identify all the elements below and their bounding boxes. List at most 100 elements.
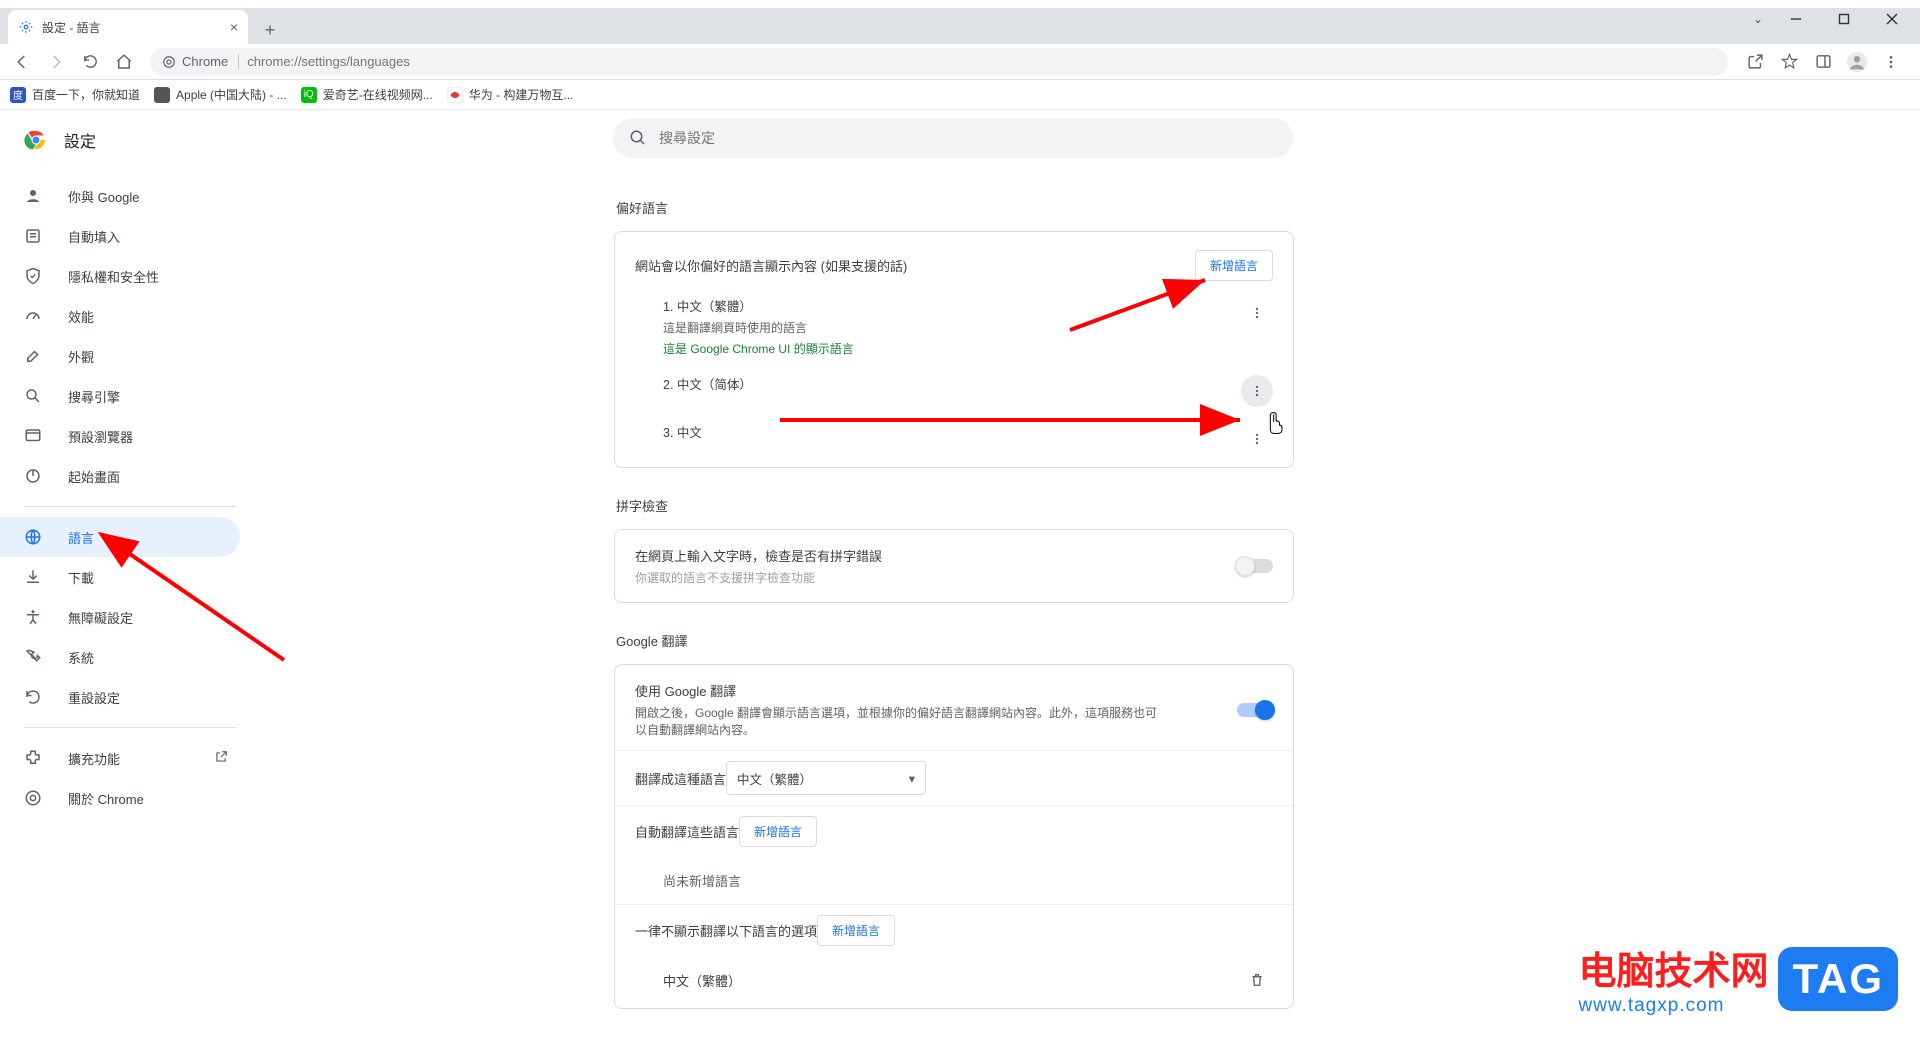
shield-icon (24, 267, 44, 285)
spellcheck-sub: 你選取的語言不支援拼字檢查功能 (635, 569, 882, 586)
sidebar-item-appearance[interactable]: 外觀 (0, 336, 240, 376)
address-bar[interactable]: Chrome chrome://settings/languages (150, 48, 1728, 76)
site-chip-label: Chrome (182, 54, 228, 69)
sidebar-item-you-and-google[interactable]: 你與 Google (0, 176, 240, 216)
forward-button[interactable] (42, 48, 70, 76)
settings-content: 偏好語言 網站會以你偏好的語言顯示內容 (如果支援的話) 新增語言 1. 中文（… (614, 186, 1294, 1037)
sidebar-item-download[interactable]: 下載 (0, 557, 240, 597)
autofill-icon (24, 227, 44, 245)
sidebar-item-privacy[interactable]: 隱私權和安全性 (0, 256, 240, 296)
sidebar-item-accessibility[interactable]: 無障礙設定 (0, 597, 240, 637)
google-translate-card: 使用 Google 翻譯 開啟之後，Google 翻譯會顯示語言選項，並根據你的… (614, 664, 1294, 1009)
bookmark-item[interactable]: 度百度一下，你就知道 (10, 86, 140, 103)
external-link-icon (214, 750, 230, 766)
favicon (154, 87, 170, 103)
search-icon (24, 387, 44, 405)
language-item: 2. 中文（简体） (615, 367, 1293, 415)
gear-icon (18, 19, 34, 35)
sidebar-item-autofill[interactable]: 自動填入 (0, 216, 240, 256)
sidebar-item-language[interactable]: 語言 (0, 517, 240, 557)
translate-into-select[interactable]: 中文（繁體） ▾ (726, 761, 926, 795)
chrome-icon (24, 789, 44, 807)
favicon: iQ (301, 87, 317, 103)
chrome-logo-icon (24, 128, 48, 152)
power-icon (24, 467, 44, 485)
side-panel-icon[interactable] (1808, 48, 1838, 76)
speed-icon (24, 307, 44, 325)
auto-translate-empty: 尚未新增語言 (663, 871, 741, 890)
add-auto-language-button[interactable]: 新增語言 (739, 816, 817, 847)
person-icon (24, 187, 44, 205)
preferred-languages-desc: 網站會以你偏好的語言顯示內容 (如果支援的話) (635, 256, 1195, 275)
delete-icon[interactable] (1249, 972, 1273, 988)
spellcheck-label: 在網頁上輸入文字時，檢查是否有拼字錯誤 (635, 546, 882, 565)
home-button[interactable] (110, 48, 138, 76)
reload-button[interactable] (76, 48, 104, 76)
sidebar-item-onstartup[interactable]: 起始畫面 (0, 456, 240, 496)
kebab-menu-icon[interactable] (1876, 48, 1906, 76)
a11y-icon (24, 608, 44, 626)
new-tab-button[interactable]: + (256, 16, 284, 44)
favicon (447, 87, 463, 103)
browser-icon (24, 427, 44, 445)
sidebar-item-default-browser[interactable]: 預設瀏覽器 (0, 416, 240, 456)
sidebar-item-search-engine[interactable]: 搜尋引擎 (0, 376, 240, 416)
spellcheck-toggle[interactable] (1237, 559, 1273, 573)
watermark-tag: TAG (1778, 947, 1898, 1011)
globe-icon (24, 528, 44, 546)
tab-title: 設定 - 語言 (42, 19, 101, 36)
tab-settings[interactable]: 設定 - 語言 × (8, 10, 248, 44)
browser-toolbar: Chrome chrome://settings/languages (0, 44, 1920, 80)
spellcheck-card: 在網頁上輸入文字時，檢查是否有拼字錯誤 你選取的語言不支援拼字檢查功能 (614, 529, 1294, 603)
url-text: chrome://settings/languages (247, 54, 410, 69)
watermark: 电脑技术网 www.tagxp.com TAG (1578, 940, 1898, 1017)
back-button[interactable] (8, 48, 36, 76)
section-title-spellcheck: 拼字檢查 (616, 496, 1294, 515)
site-chip[interactable]: Chrome (162, 54, 239, 69)
language-kebab-menu[interactable] (1241, 297, 1273, 329)
reset-icon (24, 688, 44, 706)
profile-avatar[interactable] (1842, 48, 1872, 76)
page-title: 設定 (64, 128, 96, 152)
add-never-language-button[interactable]: 新增語言 (817, 915, 895, 946)
cursor-icon (1267, 411, 1287, 435)
share-icon[interactable] (1740, 48, 1770, 76)
minimize-button[interactable] (1774, 6, 1818, 32)
never-translate-label: 一律不顯示翻譯以下語言的選項 (635, 921, 817, 940)
settings-sidebar: 你與 Google 自動填入 隱私權和安全性 效能 外觀 搜尋引擎 預設瀏覽器 … (0, 170, 256, 838)
never-translate-item: 中文（繁體） (663, 971, 741, 990)
sidebar-item-extensions[interactable]: 擴充功能 (0, 738, 240, 778)
bookmark-star-icon[interactable] (1774, 48, 1804, 76)
maximize-button[interactable] (1822, 6, 1866, 32)
translate-into-label: 翻譯成這種語言 (635, 769, 726, 788)
tab-strip: 設定 - 語言 × + (0, 8, 1920, 44)
section-title-preferred-languages: 偏好語言 (616, 198, 1294, 217)
download-icon (24, 568, 44, 586)
auto-translate-label: 自動翻譯這些語言 (635, 822, 739, 841)
brush-icon (24, 347, 44, 365)
language-item: 3. 中文 (615, 415, 1293, 463)
sidebar-item-performance[interactable]: 效能 (0, 296, 240, 336)
use-translate-toggle[interactable] (1237, 703, 1273, 717)
chevron-down-icon[interactable]: ⌄ (1746, 6, 1770, 32)
sidebar-item-about[interactable]: 關於 Chrome (0, 778, 240, 818)
bookmark-item[interactable]: 华为 - 构建万物互... (447, 86, 574, 103)
close-tab-icon[interactable]: × (230, 19, 238, 35)
sidebar-item-reset[interactable]: 重設設定 (0, 677, 240, 717)
wrench-icon (24, 648, 44, 666)
window-controls: ⌄ (1746, 6, 1914, 32)
favicon: 度 (10, 87, 26, 103)
use-translate-sub: 開啟之後，Google 翻譯會顯示語言選項，並根據你的偏好語言翻譯網站內容。此外… (635, 704, 1165, 738)
caret-down-icon: ▾ (909, 771, 915, 786)
sidebar-item-system[interactable]: 系統 (0, 637, 240, 677)
bookmark-item[interactable]: iQ爱奇艺-在线视频网... (301, 86, 433, 103)
bookmark-item[interactable]: Apple (中国大陆) - ... (154, 86, 287, 103)
add-language-button[interactable]: 新增語言 (1195, 250, 1273, 281)
language-item: 1. 中文（繁體） 這是翻譯網頁時使用的語言 這是 Google Chrome … (615, 289, 1293, 367)
close-window-button[interactable] (1870, 6, 1914, 32)
bookmarks-bar: 度百度一下，你就知道 Apple (中国大陆) - ... iQ爱奇艺-在线视频… (0, 80, 1920, 110)
chrome-icon (162, 55, 176, 69)
puzzle-icon (24, 749, 44, 767)
use-translate-label: 使用 Google 翻譯 (635, 681, 1165, 700)
language-kebab-menu[interactable] (1241, 375, 1273, 407)
